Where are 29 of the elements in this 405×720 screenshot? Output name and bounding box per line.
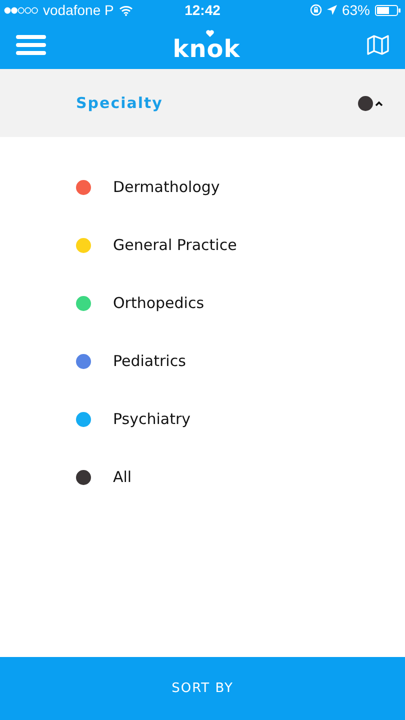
- battery-icon: [375, 4, 401, 16]
- heart-icon: [206, 30, 214, 36]
- filter-title: Specialty: [76, 94, 163, 112]
- option-label: General Practice: [113, 236, 237, 254]
- wifi-icon: [118, 4, 133, 16]
- map-button[interactable]: [367, 34, 389, 54]
- option-label: Dermathology: [113, 178, 220, 196]
- caret-icon: [375, 100, 383, 106]
- option-label: All: [113, 468, 132, 486]
- specialty-option[interactable]: Orthopedics: [0, 274, 405, 332]
- menu-icon: [16, 34, 46, 54]
- specialty-option[interactable]: General Practice: [0, 216, 405, 274]
- map-icon: [367, 34, 389, 54]
- carrier-name: vodafone P: [43, 2, 114, 18]
- battery-percent: 63%: [342, 2, 370, 18]
- specialty-option[interactable]: Pediatrics: [0, 332, 405, 390]
- option-label: Psychiatry: [113, 410, 191, 428]
- option-label: Pediatrics: [113, 352, 186, 370]
- collapse-button[interactable]: [375, 100, 383, 106]
- specialty-option[interactable]: Dermathology: [0, 158, 405, 216]
- signal-icon: [4, 6, 38, 14]
- specialty-option[interactable]: All: [0, 448, 405, 506]
- app-logo: knok: [172, 38, 240, 60]
- rotation-lock-icon: [310, 4, 322, 16]
- menu-button[interactable]: [16, 34, 46, 54]
- location-arrow-icon: [326, 5, 337, 15]
- clock-time: 12:42: [184, 2, 220, 18]
- specialty-option[interactable]: Psychiatry: [0, 390, 405, 448]
- option-label: Orthopedics: [113, 294, 204, 312]
